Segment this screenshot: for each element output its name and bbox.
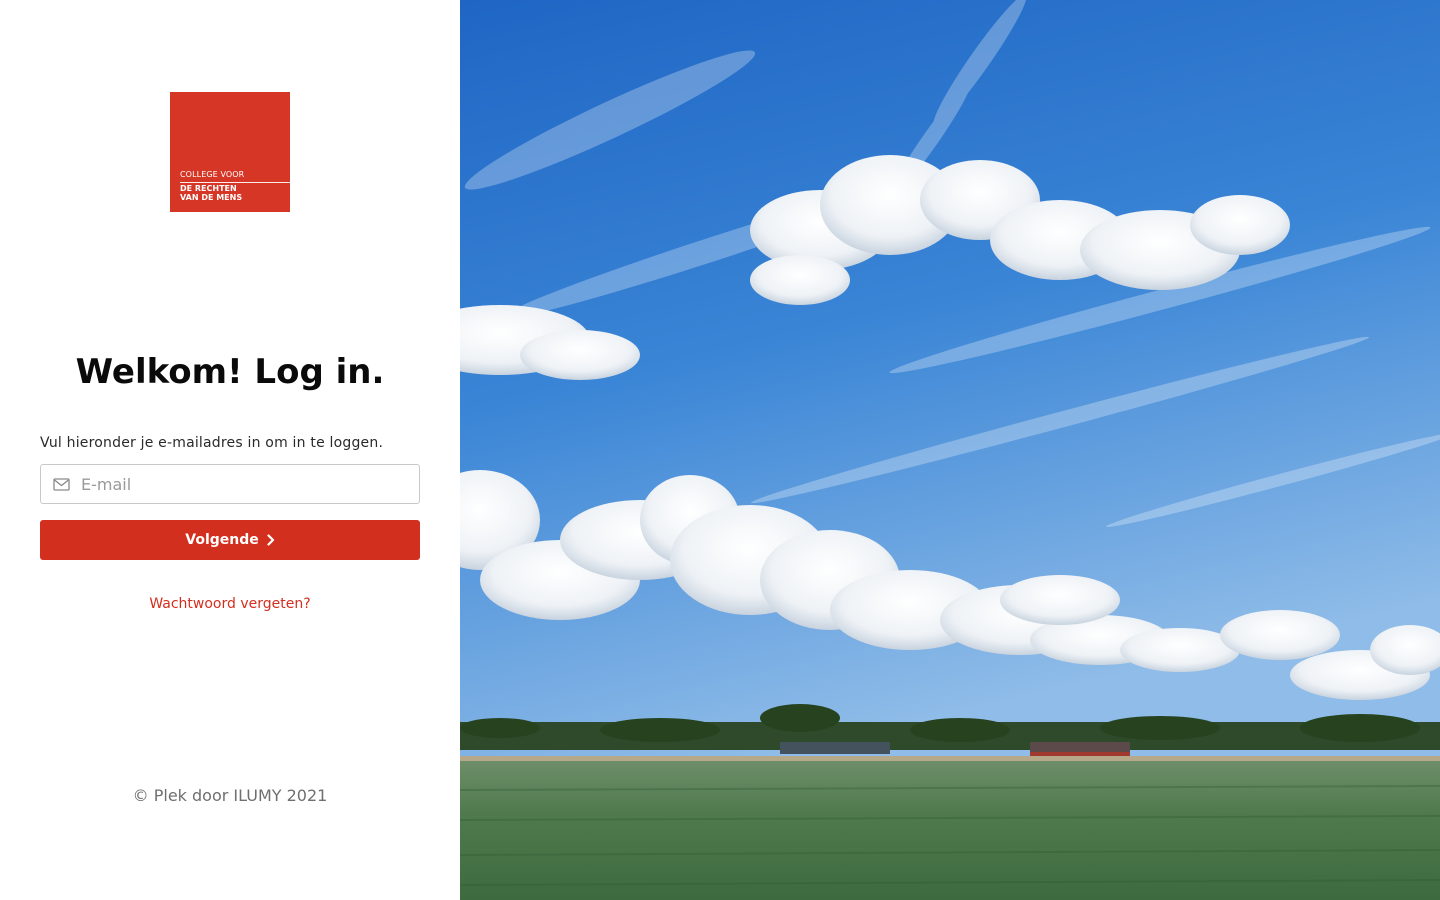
brand-logo: COLLEGE VOOR DE RECHTEN VAN DE MENS	[170, 92, 290, 212]
footer-copyright: © Plek door ILUMY 2021	[132, 786, 328, 805]
login-page: COLLEGE VOOR DE RECHTEN VAN DE MENS Welk…	[0, 0, 1440, 900]
forgot-password-link[interactable]: Wachtwoord vergeten?	[0, 596, 460, 612]
logo-text-line1: COLLEGE VOOR	[180, 170, 245, 179]
page-title: Welkom! Log in.	[75, 352, 385, 392]
login-panel: COLLEGE VOOR DE RECHTEN VAN DE MENS Welk…	[0, 0, 460, 900]
logo-divider	[180, 182, 290, 183]
email-input[interactable]	[81, 465, 411, 503]
email-field[interactable]	[40, 464, 420, 504]
next-button[interactable]: Volgende	[40, 520, 420, 560]
logo-text-line2: DE RECHTEN	[180, 184, 237, 193]
mail-icon	[53, 478, 70, 491]
background-photo	[460, 0, 1440, 900]
landscape-image	[460, 0, 1440, 900]
chevron-right-icon	[267, 534, 274, 546]
next-button-label: Volgende	[185, 532, 259, 548]
logo-text-line3: VAN DE MENS	[180, 193, 243, 202]
email-instruction: Vul hieronder je e-mailadres in om in te…	[40, 435, 384, 451]
